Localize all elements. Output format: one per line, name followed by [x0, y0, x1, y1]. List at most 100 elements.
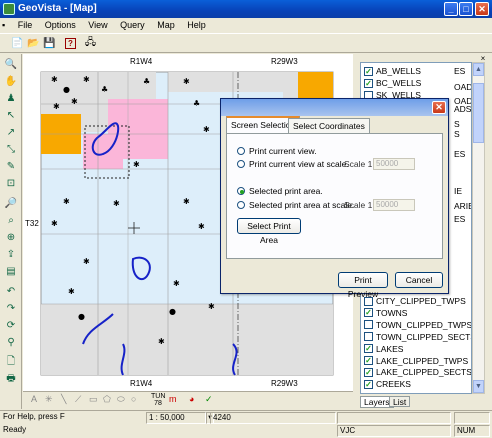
layer-item[interactable]: TOWN_CLIPPED_SECTS [361, 331, 471, 343]
scroll-up-button[interactable]: ▲ [473, 63, 484, 76]
layer-label-partial: ES [454, 214, 466, 224]
township-tool[interactable]: TUN 78 [151, 393, 165, 407]
point-tool-icon[interactable]: ✳ [45, 394, 53, 405]
status-bar-bottom: Ready VJC NUM [0, 424, 492, 438]
color-wheel-icon[interactable]: ◕ [189, 394, 194, 404]
polygon-tool-icon[interactable]: ⬠ [103, 394, 111, 405]
status-pane-empty [337, 412, 451, 424]
layer-add-icon[interactable]: ▤ [3, 264, 19, 279]
layer-checkbox-checked[interactable]: ✓ [364, 308, 373, 318]
zoom-extent-icon[interactable]: 🔎 [3, 196, 19, 211]
radio-label: Print current view. [249, 146, 317, 156]
select-arrow2-icon[interactable]: ↗ [3, 125, 19, 140]
num-lock-indicator: NUM [454, 425, 490, 437]
layer-checkbox-checked[interactable]: ✓ [364, 379, 373, 389]
layer-checkbox-checked[interactable]: ✓ [364, 367, 373, 377]
radio-circle-selected[interactable] [237, 187, 245, 195]
maximize-button[interactable]: □ [459, 2, 473, 16]
menu-view[interactable]: View [83, 18, 112, 30]
export-icon[interactable]: ⇪ [3, 247, 19, 262]
radio-circle[interactable] [237, 201, 245, 209]
layer-checkbox[interactable] [364, 320, 373, 330]
layer-item[interactable]: ✓ CREEKS [361, 378, 471, 390]
identify-icon[interactable]: ♟ [3, 91, 19, 106]
line-tool-icon[interactable]: ╲ [61, 394, 66, 405]
pan-hand-icon[interactable]: ✋ [3, 74, 19, 89]
menu-query[interactable]: Query [115, 18, 150, 30]
coordinate-readout: 4240 [210, 412, 336, 424]
layer-checkbox-checked[interactable]: ✓ [364, 344, 373, 354]
svg-text:✱: ✱ [51, 219, 58, 228]
refresh-icon[interactable]: ⟳ [3, 318, 19, 333]
text-tool-icon[interactable]: A [31, 394, 37, 404]
locate-icon[interactable]: ⊕ [3, 230, 19, 245]
radio-print-current-view[interactable]: Print current view. [237, 146, 317, 156]
redo-icon[interactable]: ↷ [3, 301, 19, 316]
layer-item[interactable]: TOWN_CLIPPED_TWPS [361, 319, 471, 331]
help-icon[interactable]: ? [63, 36, 78, 51]
draw-icon[interactable]: ✎ [3, 159, 19, 174]
radio-selected-print-area-scale[interactable]: Selected print area at scale. [237, 200, 354, 210]
open-folder-icon[interactable]: 📂 [26, 36, 41, 51]
scale-selector[interactable]: 1 : 50,000 [146, 412, 206, 424]
svg-text:✱: ✱ [183, 77, 190, 86]
minimize-button[interactable]: _ [444, 2, 458, 16]
radio-circle[interactable] [237, 147, 245, 155]
query-icon[interactable]: ⊡ [3, 176, 19, 191]
layer-item[interactable]: ✓ LAKES [361, 343, 471, 355]
layer-checkbox-checked[interactable]: ✓ [364, 66, 373, 76]
dialog-close-icon[interactable]: ✕ [432, 101, 446, 114]
menu-app-icon[interactable]: ▪ [0, 18, 10, 30]
print-icon[interactable]: 🖶 [3, 372, 19, 387]
panel-close-icon[interactable]: × [477, 54, 489, 63]
layer-label-partial: ES [454, 149, 466, 159]
zoom-in-icon[interactable]: 🔍 [3, 57, 19, 72]
menu-options[interactable]: Options [40, 18, 81, 30]
hotlink-icon[interactable]: ⚲ [3, 335, 19, 350]
find-icon[interactable]: ⌕ [3, 213, 19, 228]
polyline-tool-icon[interactable]: ⟋ [75, 394, 81, 405]
tab-select-coordinates[interactable]: Select Coordinates [288, 118, 370, 133]
select-arrow-icon[interactable]: ↖ [3, 108, 19, 123]
scroll-down-button[interactable]: ▼ [473, 380, 484, 393]
menu-help[interactable]: Help [182, 18, 211, 30]
save-icon[interactable]: 💾 [42, 36, 57, 51]
svg-text:●: ● [169, 307, 176, 316]
radio-selected-print-area[interactable]: Selected print area. [237, 186, 323, 196]
close-button[interactable]: ✕ [475, 2, 489, 16]
layer-item[interactable]: ✓ TOWNS [361, 307, 471, 319]
radio-circle[interactable] [237, 160, 245, 168]
layer-checkbox-checked[interactable]: ✓ [364, 78, 373, 88]
layer-list-scrollbar[interactable]: ▲ ▼ [472, 62, 485, 394]
layer-item[interactable]: ✓ LAKE_CLIPPED_TWPS [361, 355, 471, 367]
circle-tool-icon[interactable]: ○ [131, 394, 136, 404]
menu-file[interactable]: File [13, 18, 38, 30]
left-toolbar: 🔍 ✋ ♟ ↖ ↗ ⤡ ✎ ⊡ 🔎 ⌕ ⊕ ⇪ ▤ ↶ ↷ ⟳ ⚲ 🗋 🖶 [0, 54, 22, 409]
check-icon[interactable]: ✓ [205, 394, 213, 405]
print-preview-icon[interactable]: 🗋 [3, 355, 19, 370]
layer-checkbox[interactable] [364, 332, 373, 342]
layer-item[interactable]: ✓ LAKE_CLIPPED_SECTS [361, 366, 471, 378]
undo-icon[interactable]: ↶ [3, 284, 19, 299]
scale-input-2[interactable]: 50000 [373, 199, 415, 211]
layer-label: TOWNS [376, 307, 408, 318]
draw-toolbar: A ✳ ╲ ⟋ ▭ ⬠ ⬭ ○ TUN 78 m ◕ ✓ [23, 391, 353, 409]
layer-label: CREEKS [376, 379, 411, 390]
scroll-thumb[interactable] [473, 83, 484, 143]
ellipse-tool-icon[interactable]: ⬭ [117, 394, 125, 405]
radio-label: Selected print area. [249, 186, 323, 196]
layer-label-partial: IE [454, 186, 463, 196]
new-icon[interactable]: 📄 [10, 36, 25, 51]
radio-print-current-view-scale[interactable]: Print current view at scale. [237, 159, 349, 169]
layer-checkbox-checked[interactable]: ✓ [364, 356, 373, 365]
measure-icon[interactable]: ⤡ [3, 142, 19, 157]
select-print-area-button[interactable]: Select Print Area [237, 218, 301, 245]
map-tool-icon[interactable]: 🖧 [83, 36, 98, 51]
cancel-button[interactable]: Cancel [395, 272, 443, 288]
measure-tool-icon[interactable]: m [169, 394, 177, 404]
tab-list[interactable]: List [389, 396, 411, 407]
scale-input-1[interactable]: 50000 [373, 158, 415, 170]
rectangle-tool-icon[interactable]: ▭ [89, 394, 98, 405]
print-preview-button[interactable]: Print Preview [338, 272, 388, 299]
menu-map[interactable]: Map [152, 18, 180, 30]
